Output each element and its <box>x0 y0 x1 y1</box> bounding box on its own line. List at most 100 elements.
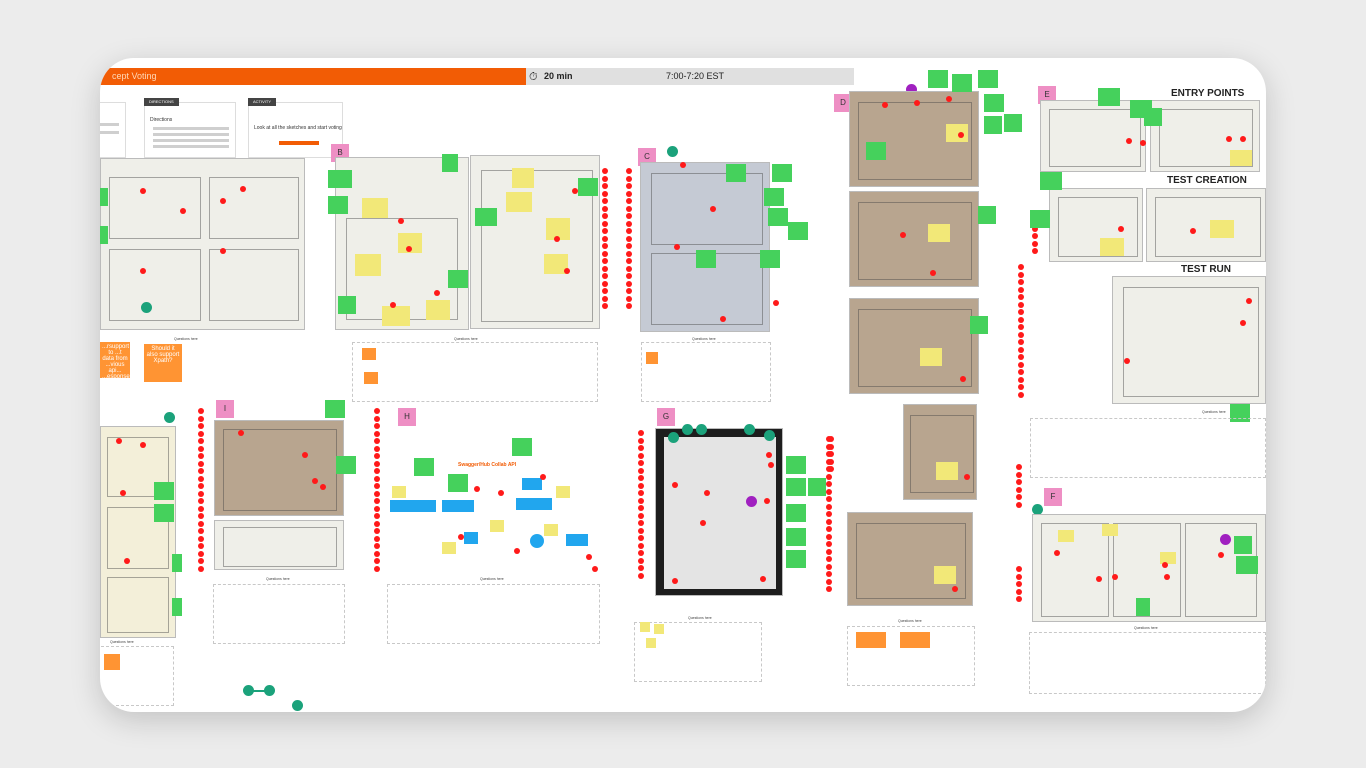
teal-marker[interactable] <box>264 685 275 696</box>
section-label-g[interactable]: G <box>657 408 675 426</box>
vote-dot[interactable] <box>958 132 964 138</box>
diagram-node[interactable] <box>530 534 544 548</box>
vote-dot[interactable] <box>124 558 130 564</box>
vote-dot[interactable] <box>1162 562 1168 568</box>
green-sticky[interactable] <box>788 222 808 240</box>
vote-dot[interactable] <box>240 186 246 192</box>
yellow-sticky[interactable] <box>1102 524 1118 536</box>
green-sticky[interactable] <box>786 456 806 474</box>
yellow-sticky[interactable] <box>920 348 942 366</box>
green-sticky[interactable] <box>512 438 532 456</box>
yellow-sticky[interactable] <box>556 486 570 498</box>
vote-dot[interactable] <box>1118 226 1124 232</box>
vote-dot-column[interactable] <box>374 408 380 572</box>
teal-marker[interactable] <box>141 302 152 313</box>
yellow-sticky[interactable] <box>442 542 456 554</box>
vote-dot[interactable] <box>180 208 186 214</box>
green-sticky[interactable] <box>1234 536 1252 554</box>
vote-dot-column[interactable] <box>602 168 608 309</box>
vote-dot[interactable] <box>220 198 226 204</box>
green-sticky[interactable] <box>984 116 1002 134</box>
vote-dot[interactable] <box>672 482 678 488</box>
vote-dot[interactable] <box>914 100 920 106</box>
vote-dot-column[interactable] <box>198 408 204 572</box>
whiteboard-canvas[interactable]: cept Voting ⏱ 20 min 7:00-7:20 EST DIREC… <box>100 58 1266 712</box>
vote-dot[interactable] <box>564 268 570 274</box>
yellow-sticky[interactable] <box>1100 238 1124 256</box>
yellow-sticky[interactable] <box>934 566 956 584</box>
green-sticky[interactable] <box>808 478 826 496</box>
orange-sticky-question[interactable]: ...rsupport to ...t data from ...vious a… <box>100 342 133 380</box>
sketch-photo-i2[interactable] <box>214 520 344 570</box>
green-sticky[interactable] <box>786 550 806 568</box>
vote-dot[interactable] <box>1140 140 1146 146</box>
vote-dot[interactable] <box>700 520 706 526</box>
vote-dot[interactable] <box>1240 136 1246 142</box>
green-sticky[interactable] <box>1144 108 1162 126</box>
green-sticky[interactable] <box>1236 556 1258 574</box>
vote-dot[interactable] <box>1190 228 1196 234</box>
questions-box-c[interactable] <box>641 342 771 402</box>
vote-dot[interactable] <box>674 244 680 250</box>
sketch-photo-d4[interactable] <box>903 404 977 500</box>
yellow-sticky[interactable] <box>1230 150 1252 166</box>
sketch-photo-e3[interactable] <box>1049 188 1143 262</box>
section-label-h[interactable]: H <box>398 408 416 426</box>
vote-dot[interactable] <box>960 376 966 382</box>
green-sticky[interactable] <box>172 598 182 616</box>
green-sticky[interactable] <box>448 474 468 492</box>
sketch-photo-e4[interactable] <box>1146 188 1266 262</box>
timer-bar[interactable]: ⏱ 20 min 7:00-7:20 EST <box>526 68 854 85</box>
vote-dot-column[interactable] <box>638 430 644 579</box>
yellow-sticky[interactable] <box>646 638 656 648</box>
vote-dot[interactable] <box>320 484 326 490</box>
activity-card[interactable]: ACTIVITY Look at all the sketches and st… <box>248 98 343 158</box>
teal-marker[interactable] <box>696 424 707 435</box>
teal-marker[interactable] <box>668 432 679 443</box>
vote-dot[interactable] <box>434 290 440 296</box>
green-sticky[interactable] <box>338 296 356 314</box>
vote-dot[interactable] <box>1246 298 1252 304</box>
vote-dot[interactable] <box>930 270 936 276</box>
vote-dot[interactable] <box>498 490 504 496</box>
section-label-f[interactable]: F <box>1044 488 1062 506</box>
orange-sticky[interactable] <box>362 348 376 360</box>
vote-dot[interactable] <box>766 452 772 458</box>
green-sticky[interactable] <box>970 316 988 334</box>
vote-dot-column[interactable] <box>1016 464 1022 508</box>
yellow-sticky[interactable] <box>512 168 534 188</box>
vote-dot[interactable] <box>1126 138 1132 144</box>
green-sticky[interactable] <box>442 154 458 172</box>
vote-dot[interactable] <box>720 316 726 322</box>
green-sticky[interactable] <box>768 208 788 226</box>
green-sticky[interactable] <box>154 482 174 500</box>
green-sticky[interactable] <box>978 206 996 224</box>
diagram-node[interactable] <box>566 534 588 546</box>
vote-dot[interactable] <box>1054 550 1060 556</box>
yellow-sticky[interactable] <box>640 622 650 632</box>
vote-dot[interactable] <box>140 442 146 448</box>
green-sticky[interactable] <box>726 164 746 182</box>
green-sticky[interactable] <box>578 178 598 196</box>
prior-card[interactable] <box>100 102 126 158</box>
diagram-node[interactable] <box>522 478 542 490</box>
orange-sticky[interactable] <box>646 352 658 364</box>
orange-sticky[interactable] <box>856 632 886 648</box>
vote-dot[interactable] <box>514 548 520 554</box>
section-label-i[interactable]: I <box>216 400 234 418</box>
vote-dot[interactable] <box>474 486 480 492</box>
vote-dot[interactable] <box>572 188 578 194</box>
orange-sticky-question[interactable]: Should it also support Xpath? <box>144 344 182 382</box>
orange-sticky[interactable] <box>364 372 378 384</box>
green-sticky[interactable] <box>100 226 108 244</box>
green-sticky[interactable] <box>928 70 948 88</box>
vote-dot[interactable] <box>672 578 678 584</box>
vote-dot[interactable] <box>1226 136 1232 142</box>
vote-dot[interactable] <box>1218 552 1224 558</box>
green-sticky[interactable] <box>984 94 1004 112</box>
vote-dot[interactable] <box>946 96 952 102</box>
green-sticky[interactable] <box>760 250 780 268</box>
green-sticky[interactable] <box>1098 88 1120 106</box>
vote-dot[interactable] <box>238 430 244 436</box>
yellow-sticky[interactable] <box>928 224 950 242</box>
